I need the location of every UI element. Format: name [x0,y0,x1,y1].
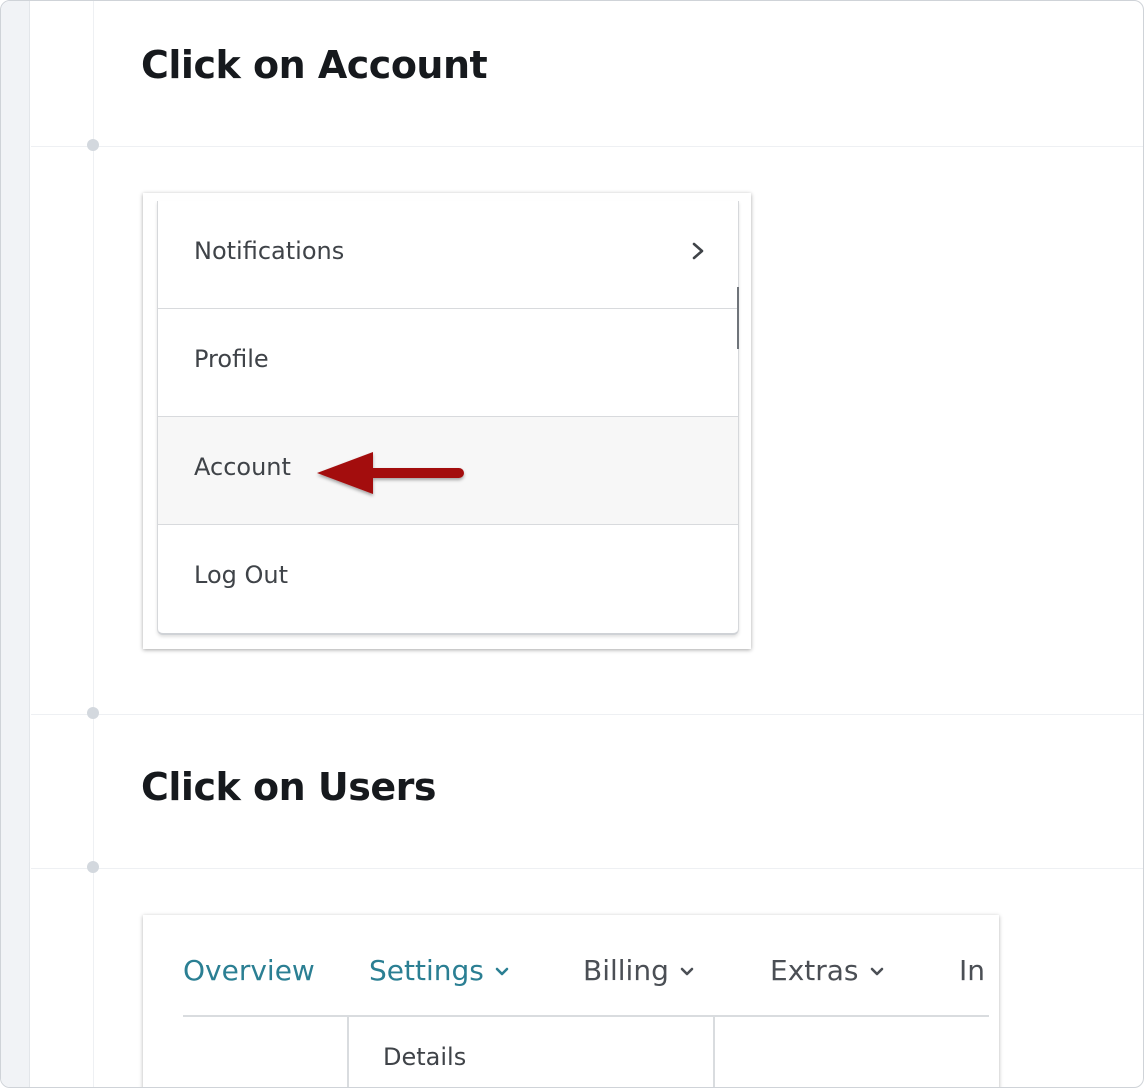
step-title-2: Click on Users [141,765,436,809]
menu-item-logout[interactable]: Log Out [158,525,738,633]
tab-integrations-truncated[interactable]: In [959,951,985,991]
submenu-item-details[interactable]: Details [383,1043,466,1071]
menu-item-label: Notifications [194,237,345,265]
settings-submenu: Details [347,1017,715,1087]
chevron-down-icon [680,967,694,976]
timeline-dot [87,707,99,719]
chevron-down-icon [870,967,883,976]
chevron-right-icon [692,242,704,260]
menu-item-label: Account [194,453,291,481]
tab-overview[interactable]: Overview [183,951,315,991]
step-title-1: Click on Account [141,43,488,87]
menu-item-label: Log Out [194,561,289,589]
timeline-line [93,1,94,1087]
step-divider [31,714,1143,715]
tab-label: Extras [770,954,859,987]
tab-settings[interactable]: Settings [369,951,510,991]
tab-billing[interactable]: Billing [583,951,695,991]
step-divider [31,868,1143,869]
user-menu: Notifications Profile Account Log Out [157,201,739,635]
step-divider [31,146,1143,147]
menu-item-profile[interactable]: Profile [158,309,738,417]
timeline-dot [87,861,99,873]
tab-label: Settings [369,954,484,987]
menu-item-label: Profile [194,345,269,373]
tab-label: Billing [583,954,669,987]
left-rail [1,1,30,1087]
pointer-arrow-icon [317,452,464,494]
chevron-down-icon [495,967,509,976]
timeline-dot [87,139,99,151]
scrollbar[interactable] [737,287,739,349]
screenshot-edge [989,915,999,1087]
settings-nav-screenshot: Overview Settings Billing Extras In Deta… [143,915,999,1087]
tab-extras[interactable]: Extras [770,951,885,991]
account-menu-screenshot: Notifications Profile Account Log Out [143,193,751,649]
menu-item-notifications[interactable]: Notifications [158,201,738,309]
tutorial-page: Click on Account Notifications Profile A… [0,0,1144,1088]
